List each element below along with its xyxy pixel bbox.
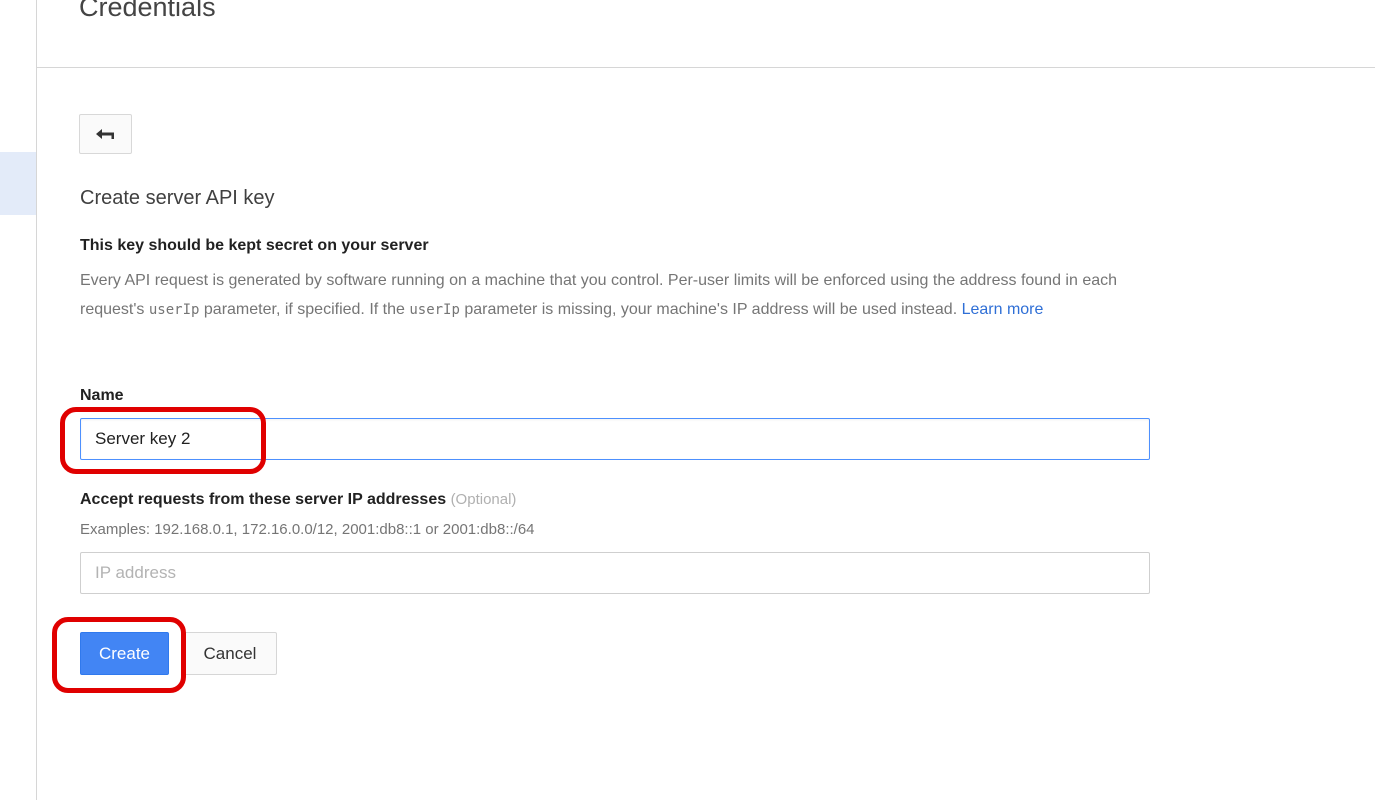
userip-code: userIp: [148, 302, 200, 318]
name-label: Name: [80, 387, 124, 404]
learn-more-link[interactable]: Learn more: [962, 301, 1044, 318]
ip-address-input[interactable]: [80, 552, 1150, 594]
page: Credentials Create server API key This k…: [0, 0, 1375, 800]
create-button[interactable]: Create: [80, 632, 169, 675]
nav-selected-item[interactable]: [0, 152, 36, 215]
cancel-button[interactable]: Cancel: [183, 632, 277, 675]
form-title: Create server API key: [80, 187, 275, 209]
left-nav-rail: [0, 0, 37, 800]
back-arrow-icon: [95, 127, 117, 141]
page-title: Credentials: [79, 0, 216, 22]
userip-code: userIp: [409, 302, 460, 318]
optional-tag: (Optional): [450, 491, 517, 508]
back-button[interactable]: [79, 114, 132, 154]
secret-warning-heading: This key should be kept secret on your s…: [80, 237, 429, 254]
page-header: Credentials: [37, 0, 1375, 68]
ip-label: Accept requests from these server IP add…: [80, 491, 517, 508]
name-input[interactable]: [80, 418, 1150, 460]
ip-examples: Examples: 192.168.0.1, 172.16.0.0/12, 20…: [80, 521, 535, 538]
description-text: Every API request is generated by softwa…: [80, 272, 1118, 318]
